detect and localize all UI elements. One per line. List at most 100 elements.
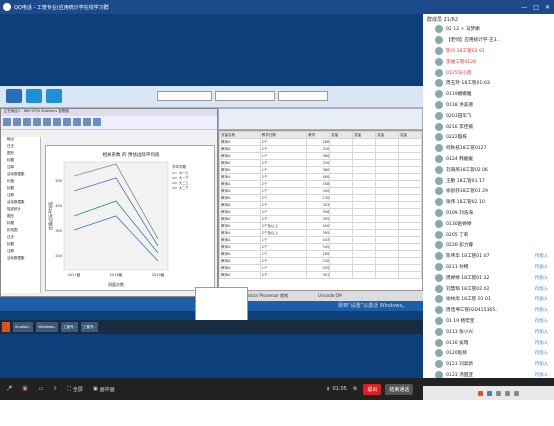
table-cell[interactable] [398,229,422,237]
table-cell[interactable] [329,159,354,167]
table-row[interactable]: 教师A 2个 358 [219,180,422,188]
table-cell[interactable]: 教师A [219,180,261,188]
table-cell[interactable]: 教师A [219,271,261,279]
table-cell[interactable] [329,215,354,223]
member-item[interactable]: 周佳坤工管020415365.. 待加入 [423,305,554,316]
member-item[interactable]: 0205 丁莉 [423,229,554,240]
pip-button[interactable]: ▣ 画中画 [93,386,115,393]
table-cell[interactable]: 教师A [219,236,261,244]
table-cell[interactable] [329,187,354,195]
table-cell[interactable] [352,166,377,174]
table-row[interactable]: 教师A 1个 403 [219,236,422,244]
table-cell[interactable]: 教师A [219,187,261,195]
table-cell[interactable]: 320 [306,145,331,153]
table-cell[interactable] [352,201,377,209]
table-cell[interactable] [352,173,377,181]
member-item[interactable]: 0130赵婷婷 [423,218,554,229]
table-cell[interactable] [352,145,377,153]
table-cell[interactable]: 2个 [259,215,308,223]
start-icon[interactable] [2,322,10,332]
table-cell[interactable]: 教师A [219,222,261,230]
table-cell[interactable] [398,215,422,223]
table-cell[interactable] [329,271,354,279]
table-cell[interactable] [398,236,422,244]
toolbar-button[interactable] [53,118,61,126]
table-cell[interactable] [375,215,400,223]
table-cell[interactable] [398,152,422,160]
member-item[interactable]: 0113 张小兴 待加入 [423,326,554,337]
table-cell[interactable]: 2个 [259,271,308,279]
column-header[interactable]: 变量 [398,131,422,139]
toolbar-button[interactable] [73,118,81,126]
table-row[interactable]: 教师A 2个 345 [219,243,422,251]
column-header[interactable]: 教学 [306,131,331,139]
table-cell[interactable]: 360 [306,152,331,160]
desktop-app-icon[interactable] [46,89,62,103]
member-item[interactable]: 0123 刘高新 待加入 [423,359,554,370]
table-row[interactable]: 教师A 2个 480 [219,173,422,181]
toolbar-button[interactable] [83,118,91,126]
table-cell[interactable] [375,208,400,216]
table-cell[interactable] [398,145,422,153]
end-call-button[interactable]: 结束通话 [385,383,414,395]
table-cell[interactable]: 330 [306,159,331,167]
tree-item[interactable]: 注释 [1,193,40,200]
table-cell[interactable]: 301 [306,271,331,279]
tree-item[interactable]: 日志 [1,235,40,242]
table-cell[interactable] [352,138,377,146]
tree-item[interactable]: 标题 [1,221,40,228]
table-cell[interactable]: 380 [306,166,331,174]
table-cell[interactable]: 教师A [219,250,261,258]
table-row[interactable]: 教师A 2个 230 [219,257,422,265]
browser-tab[interactable] [278,91,328,101]
taskbar-item[interactable]: 工管专.. [61,322,78,332]
member-item[interactable]: 陈伟华 18工管01 07 待加入 [423,251,554,262]
toolbar-button[interactable] [63,118,71,126]
table-cell[interactable] [375,194,400,202]
table-cell[interactable] [375,152,400,160]
table-cell[interactable]: 1个 [259,264,308,272]
table-cell[interactable]: 356 [306,208,331,216]
member-item[interactable]: 徐舒舒18工管01 29 [423,186,554,197]
table-row[interactable]: 教师A 2个 320 [219,145,422,153]
member-item[interactable]: 01 19 杨宏宝 待加入 [423,316,554,327]
table-cell[interactable] [329,250,354,258]
column-header[interactable]: 变量名称 [219,131,261,139]
taskbar-item[interactable]: Windows.. [36,322,59,332]
table-cell[interactable] [329,180,354,188]
table-cell[interactable] [352,264,377,272]
table-cell[interactable] [329,145,354,153]
tray-icon[interactable] [505,390,510,396]
table-cell[interactable] [375,243,400,251]
table-row[interactable]: 教师A 2个及以上 395 [219,229,422,237]
table-cell[interactable] [375,236,400,244]
toolbar-button[interactable] [13,118,21,126]
tray-icon[interactable] [496,390,501,396]
tree-item[interactable]: 注释 [1,249,40,256]
table-cell[interactable] [375,257,400,265]
table-row[interactable]: 教师A 2个 260 [219,138,422,146]
member-item[interactable]: 王鹏 18工管01 17 [423,175,554,186]
table-cell[interactable] [398,257,422,265]
table-cell[interactable] [352,159,377,167]
tree-item[interactable]: 描述统计 [1,207,40,214]
member-item[interactable]: 何秋枝18工管0127 [423,143,554,154]
table-cell[interactable]: 教师A [219,145,261,153]
table-row[interactable]: 教师A 1个 345 [219,187,422,195]
table-cell[interactable] [375,222,400,230]
table-cell[interactable] [352,208,377,216]
table-cell[interactable]: 教师A [219,257,261,265]
tray-icon[interactable] [514,390,519,396]
toolbar-button[interactable] [43,118,51,126]
table-row[interactable]: 教师A 2个及以上 400 [219,222,422,230]
table-cell[interactable]: 358 [306,180,331,188]
table-cell[interactable] [329,243,354,251]
table-cell[interactable]: 1个 [259,236,308,244]
table-cell[interactable] [398,250,422,258]
toolbar-button[interactable] [3,118,11,126]
member-item[interactable]: 徐林高 18工管 01 01 待加入 [423,294,554,305]
table-cell[interactable] [375,145,400,153]
table-cell[interactable]: 教师A [219,173,261,181]
table-cell[interactable]: 2个 [259,208,308,216]
table-cell[interactable]: 教师A [219,166,261,174]
